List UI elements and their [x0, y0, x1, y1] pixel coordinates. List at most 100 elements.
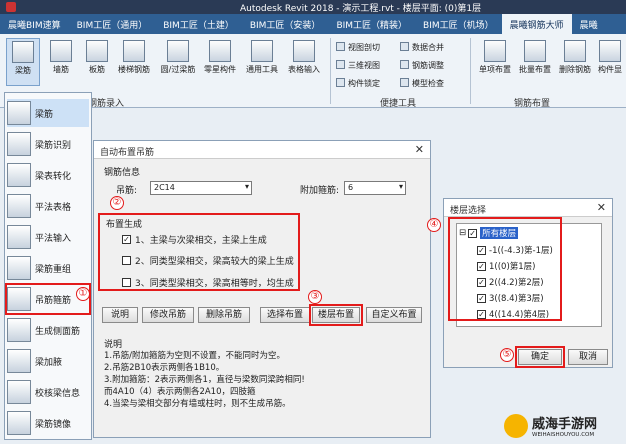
explain-button[interactable]: 说明: [102, 307, 138, 323]
menu-item-beam-recognize[interactable]: 梁筋识别: [7, 130, 89, 158]
notes-heading: 说明: [104, 340, 123, 350]
model-check-icon: [400, 78, 409, 87]
rebar-adjust-item[interactable]: 钢筋调整: [400, 60, 444, 71]
lintel-rebar-icon: [167, 40, 189, 62]
tab-chenxi-suan[interactable]: 晨曦BIM速算: [0, 14, 69, 34]
dialog-title-bar: 自动布置吊筋 ✕: [94, 141, 430, 159]
dialog-title-bar: 楼层选择 ✕: [444, 199, 612, 217]
beam-table-icon: [7, 163, 31, 187]
beam-rebar-button[interactable]: 梁筋: [6, 38, 40, 86]
menu-item-rebar-regroup[interactable]: 梁筋重组: [7, 254, 89, 282]
side-rebar-icon: [7, 318, 31, 342]
gen-heading: 布置生成: [106, 220, 143, 230]
watermark: 威海手游网 WEIHAISHOUYOU.COM: [504, 412, 622, 442]
tab-bim-decor[interactable]: BIM工匠（精装）: [328, 14, 415, 34]
hanger-rebar-icon: [7, 287, 31, 311]
menu-item-check-beam[interactable]: 校核梁信息: [7, 378, 89, 406]
lintel-rebar-button[interactable]: 圆/过梁筋: [158, 38, 198, 86]
mirror-icon: [7, 411, 31, 435]
group-label-tools: 便捷工具: [380, 99, 417, 109]
data-merge-item[interactable]: 数据合并: [400, 42, 444, 53]
watermark-name: 威海手游网: [532, 417, 598, 432]
check-icon: ✓: [122, 235, 131, 244]
slab-rebar-icon: [86, 40, 108, 62]
general-tools-icon: [251, 40, 273, 62]
stirrup-select[interactable]: 6 ▾: [344, 181, 406, 195]
note-line: 2.吊筋2B10表示两侧各1B10。: [104, 363, 225, 373]
component-show-icon: [599, 40, 621, 62]
tab-bim-general[interactable]: BIM工匠（通用）: [69, 14, 156, 34]
beam-rebar-menu: 梁筋 梁筋识别 梁表转化 平法表格 平法输入 梁筋重组 吊筋箍筋 生成侧面筋 梁…: [4, 92, 92, 440]
component-show-button[interactable]: 构件显: [594, 38, 626, 86]
marker-5: ⑤: [500, 348, 514, 362]
hanger-select[interactable]: 2C14 ▾: [150, 181, 252, 195]
window-title: Autodesk Revit 2018 - 演示工程.rvt - 楼层平面: (…: [240, 4, 482, 14]
marker-3: ③: [308, 290, 322, 304]
watermark-logo-icon: [504, 414, 528, 438]
note-line: 4.当梁与梁相交部分有墙或柱时，则不生成吊筋。: [104, 399, 291, 409]
menu-item-beam-mirror[interactable]: 梁筋镜像: [7, 409, 89, 437]
watermark-url: WEIHAISHOUYOU.COM: [532, 432, 595, 438]
view-section-icon: [336, 42, 345, 51]
tab-bim-airport[interactable]: BIM工匠（机场）: [415, 14, 502, 34]
3d-view-item[interactable]: 三维视图: [336, 60, 380, 71]
batch-layout-button[interactable]: 批量布置: [516, 38, 554, 86]
tab-chenxi[interactable]: 晨曦: [572, 14, 606, 34]
group-label-layout: 钢筋布置: [514, 99, 551, 109]
menu-item-side-rebar[interactable]: 生成侧面筋: [7, 316, 89, 344]
auto-hanger-dialog: 自动布置吊筋 ✕ 钢筋信息 吊筋: 2C14 ▾ 附加箍筋: 6 ▾ 布置生成 ✓ 1、…: [93, 140, 431, 438]
single-layout-button[interactable]: 单项布置: [476, 38, 514, 86]
rebar-info-heading: 钢筋信息: [104, 168, 141, 178]
note-line: 3.附加箍筋：2表示两侧各1，直径与梁数同梁跨相同!: [104, 375, 305, 385]
table-input-icon: [293, 40, 315, 62]
marker-2: ②: [110, 196, 124, 210]
menu-item-beam-haunch[interactable]: 梁加腋: [7, 347, 89, 375]
highlight-box-floor: [309, 304, 363, 326]
general-tools-button[interactable]: 通用工具: [242, 38, 282, 86]
slab-rebar-button[interactable]: 板筋: [80, 38, 114, 86]
custom-layout-button[interactable]: 自定义布置: [366, 307, 422, 323]
app-icon[interactable]: [6, 2, 16, 12]
rebar-adjust-icon: [400, 60, 409, 69]
3d-view-icon: [336, 60, 345, 69]
beam-rebar-icon: [7, 101, 31, 125]
chevron-down-icon: ▾: [398, 182, 403, 191]
cancel-button[interactable]: 取消: [568, 349, 608, 365]
highlight-box-tree: [448, 217, 562, 321]
option-3-checkbox[interactable]: 3、同类型梁相交，梁高相等时，均生成: [122, 276, 294, 289]
marker-1: ①: [76, 287, 90, 301]
select-layout-button[interactable]: 选择布置: [260, 307, 310, 323]
single-layout-icon: [484, 40, 506, 62]
ribbon-separator: [470, 38, 471, 104]
tab-bim-civil[interactable]: BIM工匠（土建）: [155, 14, 242, 34]
view-section-item[interactable]: 视图剖切: [336, 42, 380, 53]
ribbon-panel: 梁筋 墙筋 板筋 楼梯钢筋 圆/过梁筋 零星构件 通用工具 表格输入 视图剖切 …: [0, 34, 626, 109]
component-lock-item[interactable]: 构件锁定: [336, 78, 380, 89]
option-2-checkbox[interactable]: 2、同类型梁相交，梁高较大的梁上生成: [122, 254, 294, 267]
chevron-down-icon: ▾: [244, 182, 249, 191]
floor-select-dialog: 楼层选择 ✕ ⊟ ✓ 所有楼层 ✓ -1((-4.3)第-1层) ✓ 1((0)第1层) …: [443, 198, 613, 368]
menu-item-flat-table[interactable]: 平法表格: [7, 192, 89, 220]
delete-rebar-icon: [564, 40, 586, 62]
tab-bim-install[interactable]: BIM工匠（安装）: [242, 14, 329, 34]
misc-component-button[interactable]: 零星构件: [200, 38, 240, 86]
tab-rebar-master[interactable]: 晨曦钢筋大师: [501, 14, 572, 34]
table-input-button[interactable]: 表格输入: [284, 38, 324, 86]
ribbon-tabs: 晨曦BIM速算 BIM工匠（通用） BIM工匠（土建） BIM工匠（安装） BI…: [0, 14, 626, 34]
edit-hanger-button[interactable]: 修改吊筋: [142, 307, 194, 323]
regroup-icon: [7, 256, 31, 280]
delete-rebar-button[interactable]: 删除钢筋: [556, 38, 594, 86]
stair-rebar-button[interactable]: 楼梯钢筋: [114, 38, 154, 86]
menu-item-beam-table-convert[interactable]: 梁表转化: [7, 161, 89, 189]
model-check-item[interactable]: 模型检查: [400, 78, 444, 89]
close-icon[interactable]: ✕: [415, 143, 424, 156]
title-bar: Autodesk Revit 2018 - 演示工程.rvt - 楼层平面: (…: [0, 0, 626, 14]
option-1-checkbox[interactable]: ✓ 1、主梁与次梁相交，主梁上生成: [122, 233, 267, 246]
delete-hanger-button[interactable]: 删除吊筋: [198, 307, 250, 323]
highlight-box-ok: [515, 346, 565, 368]
menu-item-beam-rebar[interactable]: 梁筋: [7, 99, 89, 127]
wall-rebar-button[interactable]: 墙筋: [44, 38, 78, 86]
beam-recognize-icon: [7, 132, 31, 156]
menu-item-flat-input[interactable]: 平法输入: [7, 223, 89, 251]
close-icon[interactable]: ✕: [597, 201, 606, 214]
